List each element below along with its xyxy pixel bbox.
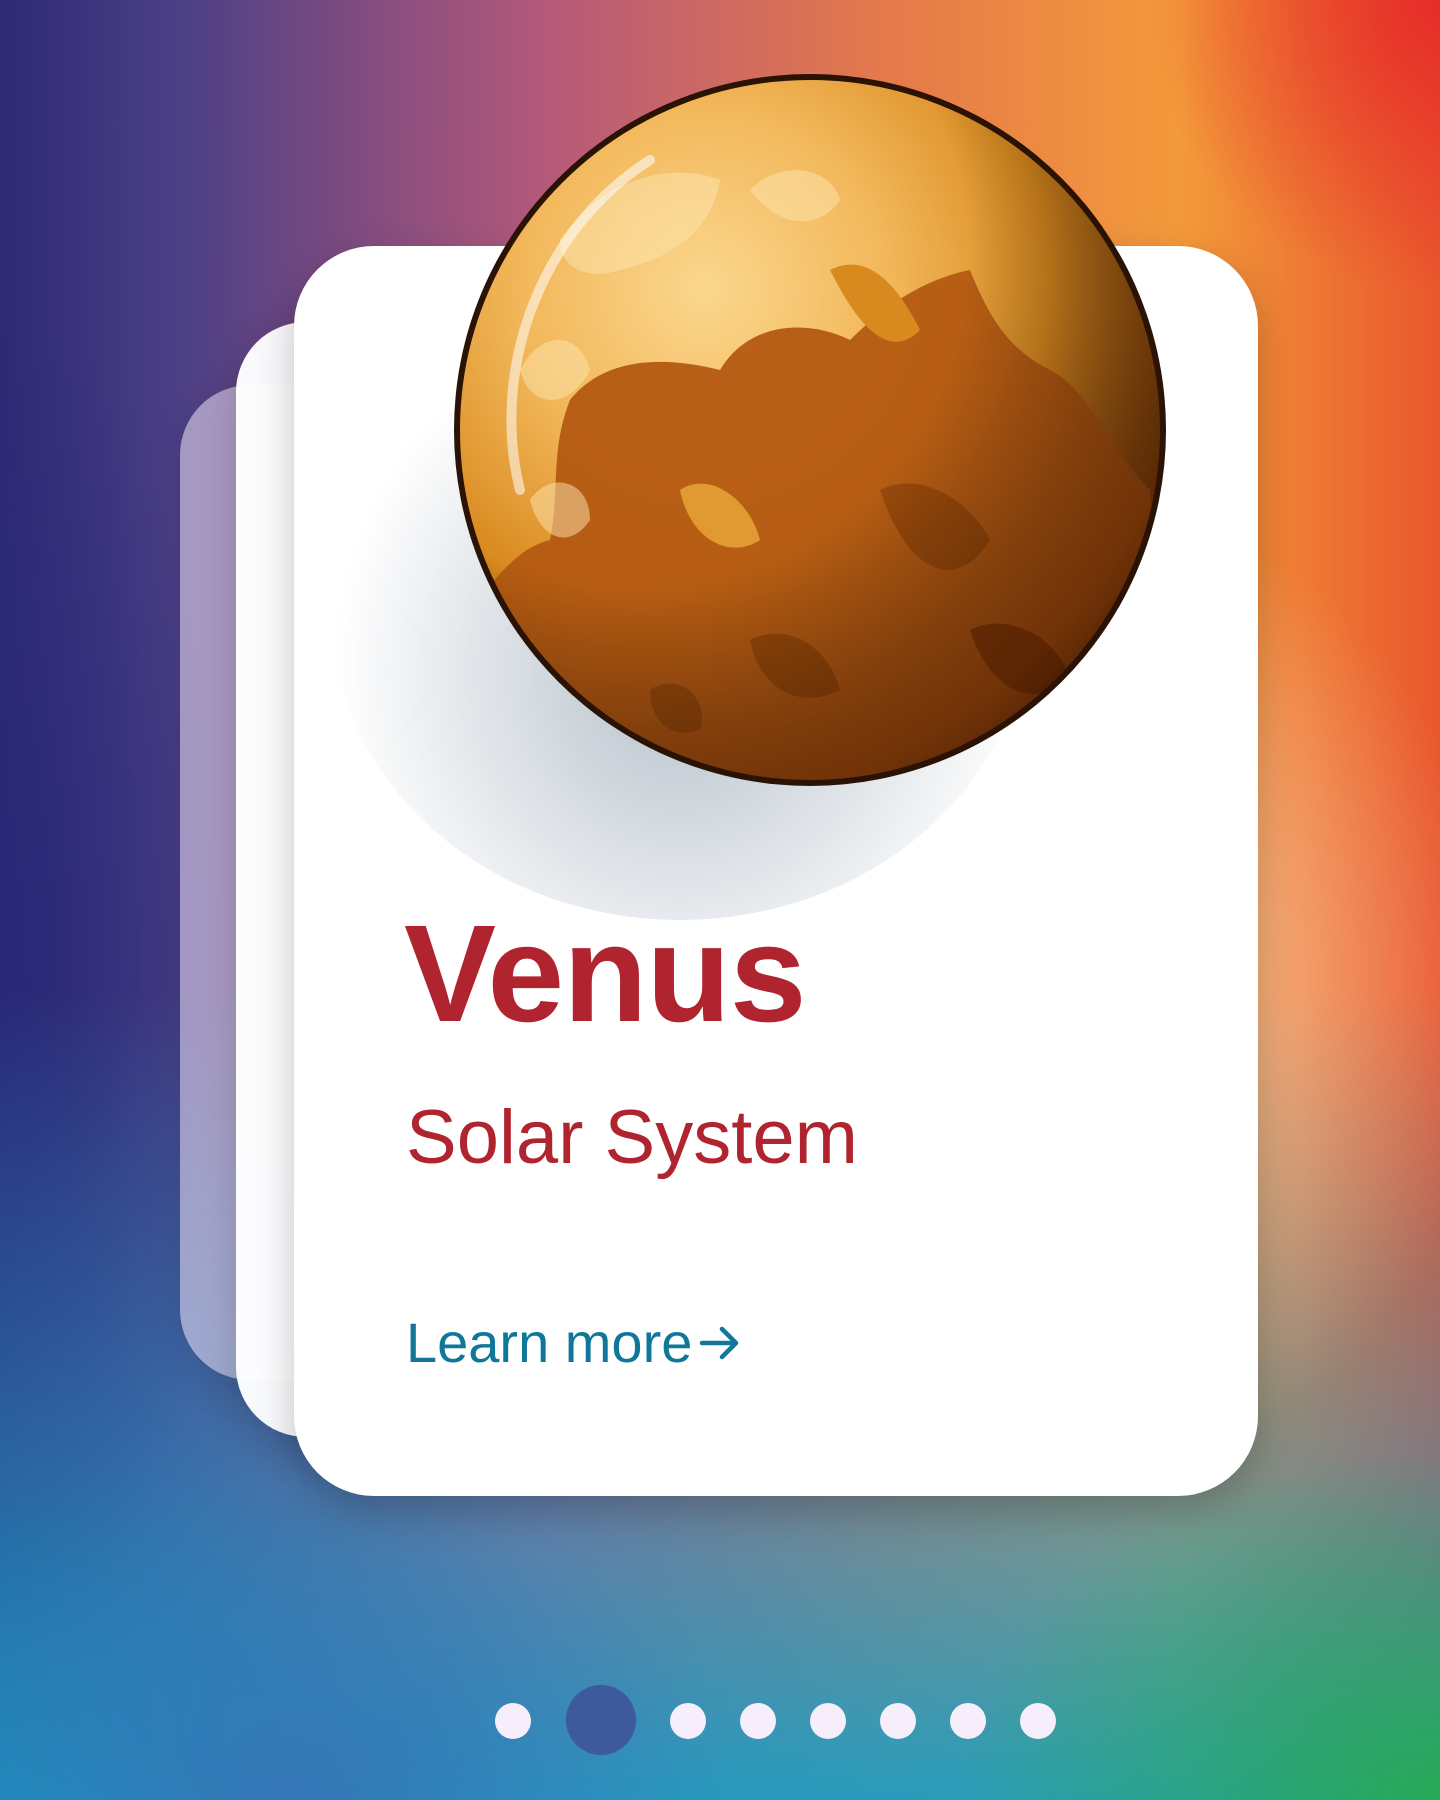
- page-dot-7[interactable]: [950, 1703, 986, 1739]
- page-dot-6[interactable]: [880, 1703, 916, 1739]
- learn-more-link[interactable]: Learn more: [406, 1315, 744, 1371]
- planet-name: Venus: [404, 897, 807, 1051]
- page-dot-5[interactable]: [810, 1703, 846, 1739]
- page-dot-1[interactable]: [495, 1703, 531, 1739]
- page-dot-8[interactable]: [1020, 1703, 1056, 1739]
- learn-more-label: Learn more: [406, 1311, 693, 1374]
- page-dot-2-active[interactable]: [566, 1685, 636, 1755]
- venus-planet-image: [450, 70, 1170, 790]
- pagination-dots: [0, 1685, 1440, 1755]
- arrow-right-icon: [696, 1319, 744, 1367]
- planet-category: Solar System: [406, 1095, 858, 1180]
- page-dot-4[interactable]: [740, 1703, 776, 1739]
- page-dot-3[interactable]: [670, 1703, 706, 1739]
